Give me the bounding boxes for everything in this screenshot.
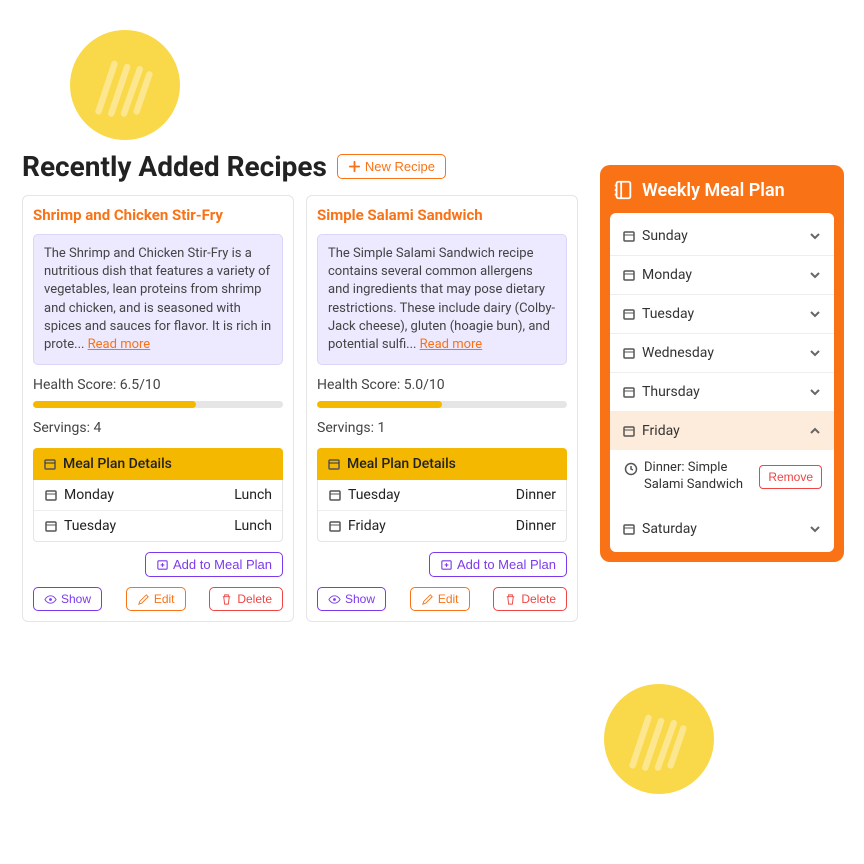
health-progress <box>33 401 283 408</box>
recipe-description: The Shrimp and Chicken Stir-Fry is a nut… <box>33 234 283 365</box>
health-score: Health Score: 5.0/10 <box>317 377 567 393</box>
health-progress <box>317 401 567 408</box>
meal-plan-table: Monday Lunch Tuesday Lunch <box>33 480 283 542</box>
clock-icon <box>624 462 638 476</box>
recipe-card: Simple Salami Sandwich The Simple Salami… <box>306 195 578 622</box>
read-more-link[interactable]: Read more <box>420 337 483 352</box>
servings: Servings: 1 <box>317 420 567 436</box>
remove-button[interactable]: Remove <box>759 465 822 489</box>
show-button[interactable]: Show <box>317 587 386 611</box>
week-day-row-tuesday[interactable]: Tuesday <box>610 294 834 333</box>
delete-button[interactable]: Delete <box>493 587 567 611</box>
meal-plan-row: Tuesday Lunch <box>34 510 282 541</box>
meal-plan-table: Tuesday Dinner Friday Dinner <box>317 480 567 542</box>
health-score: Health Score: 6.5/10 <box>33 377 283 393</box>
add-to-meal-plan-button[interactable]: Add to Meal Plan <box>429 552 567 577</box>
recipe-title: Shrimp and Chicken Stir-Fry <box>33 206 283 224</box>
add-to-meal-plan-button[interactable]: Add to Meal Plan <box>145 552 283 577</box>
notebook-icon <box>612 179 634 201</box>
meal-plan-row: Friday Dinner <box>318 510 566 541</box>
week-day-row-friday[interactable]: Friday <box>610 411 834 450</box>
show-button[interactable]: Show <box>33 587 102 611</box>
week-day-row-thursday[interactable]: Thursday <box>610 372 834 411</box>
servings: Servings: 4 <box>33 420 283 436</box>
week-day-row-monday[interactable]: Monday <box>610 255 834 294</box>
chevron-up-icon <box>808 424 822 438</box>
decorative-scribble <box>604 684 714 794</box>
chevron-down-icon <box>808 346 822 360</box>
edit-button[interactable]: Edit <box>410 587 470 611</box>
chevron-down-icon <box>808 385 822 399</box>
read-more-link[interactable]: Read more <box>88 337 151 352</box>
new-recipe-label: New Recipe <box>365 159 435 174</box>
chevron-down-icon <box>808 268 822 282</box>
week-day-row-sunday[interactable]: Sunday <box>610 217 834 255</box>
weekly-meal-plan-title: Weekly Meal Plan <box>610 175 834 213</box>
meal-plan-details-header: Meal Plan Details <box>317 448 567 480</box>
new-recipe-button[interactable]: New Recipe <box>337 154 446 179</box>
meal-plan-row: Tuesday Dinner <box>318 480 566 510</box>
delete-button[interactable]: Delete <box>209 587 283 611</box>
meal-plan-details-header: Meal Plan Details <box>33 448 283 480</box>
recipe-card: Shrimp and Chicken Stir-Fry The Shrimp a… <box>22 195 294 622</box>
recipe-title: Simple Salami Sandwich <box>317 206 567 224</box>
meal-plan-row: Monday Lunch <box>34 480 282 510</box>
week-day-row-wednesday[interactable]: Wednesday <box>610 333 834 372</box>
week-day-row-saturday[interactable]: Saturday <box>610 510 834 548</box>
weekly-meal-plan-panel: Weekly Meal Plan Sunday Monday Tuesday W… <box>600 165 844 562</box>
page-title: Recently Added Recipes <box>22 150 327 183</box>
chevron-down-icon <box>808 307 822 321</box>
chevron-down-icon <box>808 229 822 243</box>
chevron-down-icon <box>808 522 822 536</box>
edit-button[interactable]: Edit <box>126 587 186 611</box>
friday-meal-entry: Dinner: Simple Salami Sandwich Remove <box>610 450 834 510</box>
decorative-scribble <box>70 30 180 140</box>
recipe-description: The Simple Salami Sandwich recipe contai… <box>317 234 567 365</box>
